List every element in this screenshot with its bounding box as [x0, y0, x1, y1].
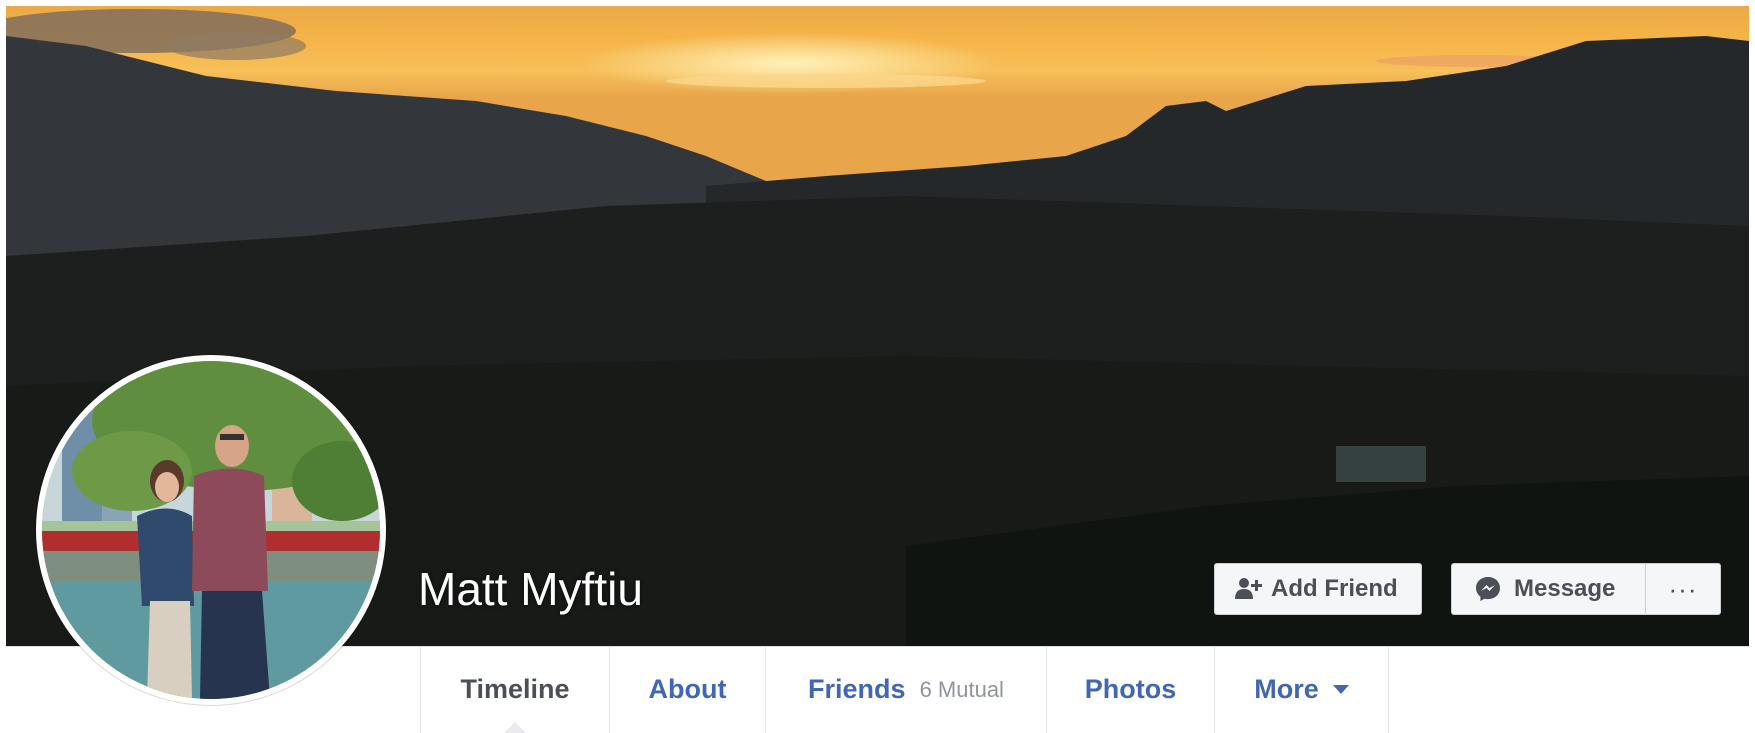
- tab-about-label: About: [648, 674, 727, 704]
- tab-friends-label: Friends: [808, 674, 906, 704]
- message-label: Message: [1514, 575, 1616, 602]
- mutual-friends-count: 6 Mutual: [919, 676, 1004, 702]
- message-button-group: Message ···: [1451, 563, 1721, 615]
- tab-photos[interactable]: Photos: [1047, 646, 1215, 733]
- tab-friends[interactable]: Friends 6 Mutual: [766, 646, 1047, 733]
- add-friend-label: Add Friend: [1271, 575, 1398, 602]
- add-person-icon: [1235, 577, 1263, 601]
- message-button[interactable]: Message: [1452, 564, 1646, 614]
- profile-picture[interactable]: [42, 361, 380, 699]
- profile-page: Matt Myftiu Add Friend Message ··· Timel…: [0, 0, 1755, 733]
- tab-about[interactable]: About: [610, 646, 766, 733]
- more-options-button[interactable]: ···: [1646, 564, 1720, 614]
- profile-name[interactable]: Matt Myftiu: [418, 562, 643, 616]
- profile-picture-image: [42, 361, 380, 699]
- caret-down-icon: [1332, 685, 1349, 694]
- add-friend-button[interactable]: Add Friend: [1214, 563, 1422, 615]
- profile-tabs: Timeline About Friends 6 Mutual Photos M…: [420, 646, 1389, 733]
- tab-timeline[interactable]: Timeline: [421, 646, 610, 733]
- tab-more[interactable]: More: [1215, 646, 1389, 733]
- tab-photos-label: Photos: [1084, 674, 1177, 704]
- tab-more-label: More: [1254, 674, 1319, 704]
- messenger-icon: [1474, 575, 1502, 603]
- profile-picture-frame[interactable]: [36, 355, 386, 705]
- ellipsis-icon: ···: [1668, 573, 1698, 604]
- tab-timeline-label: Timeline: [460, 674, 570, 704]
